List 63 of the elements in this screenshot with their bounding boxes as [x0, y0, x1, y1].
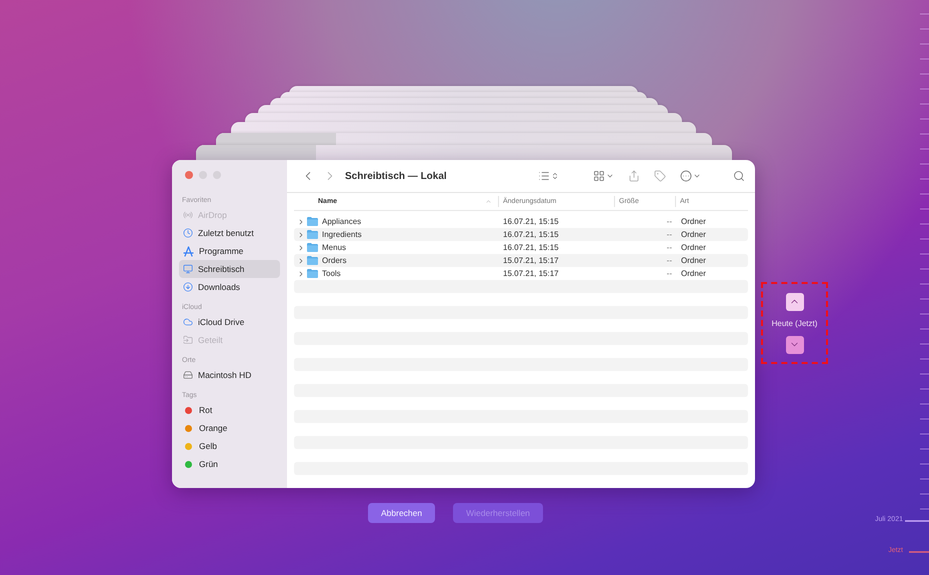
folder-icon [307, 269, 318, 278]
cloud-icon [183, 317, 193, 327]
apps-icon [183, 246, 194, 256]
file-name: Menus [322, 243, 346, 252]
file-name: Tools [322, 269, 341, 278]
date-cell-text: 16.07.21, 15:15 [502, 217, 560, 226]
kind-cell-text: Ordner [680, 217, 707, 226]
shared-folder-icon [183, 335, 193, 345]
earlier-button[interactable] [786, 292, 804, 310]
size-cell-text: -- [666, 269, 673, 278]
folder-icon [307, 217, 318, 226]
more-icon[interactable] [680, 170, 692, 182]
file-name: Orders [322, 256, 346, 265]
kind-cell-text: Ordner [680, 243, 707, 252]
disclosure-icon[interactable] [297, 244, 305, 252]
sidebar-item[interactable]: Programme [179, 242, 280, 260]
sidebar-item[interactable]: Downloads [179, 278, 280, 296]
airdrop-icon [183, 210, 193, 220]
size-cell-text: -- [666, 256, 673, 265]
window-title: Schreibtisch — Lokal [345, 170, 448, 182]
updown-icon [551, 172, 559, 180]
disclosure-icon[interactable] [297, 270, 305, 278]
file-name: Ingredients [322, 230, 362, 239]
disclosure-icon[interactable] [297, 230, 305, 238]
date-cell-text: 16.07.21, 15:15 [502, 243, 560, 252]
caret-icon [693, 172, 701, 180]
action-button[interactable]: Abbrechen [368, 503, 436, 523]
kind-cell-text: Ordner [680, 269, 707, 278]
later-button[interactable] [786, 336, 804, 354]
sidebar-item[interactable]: Schreibtisch [179, 260, 280, 278]
caret-icon [606, 172, 614, 180]
disclosure-icon[interactable] [297, 218, 305, 226]
folder-icon [307, 243, 318, 252]
desktop-icon [183, 264, 193, 274]
size-cell-text: -- [666, 230, 673, 239]
date-cell-text: 15.07.21, 15:17 [502, 256, 560, 265]
kind-cell-text: Ordner [680, 256, 707, 265]
sidebar-item[interactable]: iCloud Drive [179, 313, 280, 331]
tag-icon[interactable] [654, 170, 666, 182]
sidebar-item[interactable]: Grün [179, 455, 280, 473]
sidebar-item[interactable]: Orange [179, 419, 280, 437]
download-icon [183, 282, 193, 292]
sidebar-item[interactable]: Gelb [179, 437, 280, 455]
file-row[interactable]: Orders 15.07.21, 15:17 -- Ordner [294, 254, 748, 267]
date-cell-text: 15.07.21, 15:17 [502, 269, 560, 278]
file-name: Appliances [322, 217, 362, 226]
kind-cell-text: Ordner [680, 230, 707, 239]
disclosure-icon[interactable] [297, 256, 305, 264]
clock-icon [183, 228, 193, 238]
close-button[interactable] [185, 171, 193, 179]
file-row[interactable]: Ingredients 16.07.21, 15:15 -- Ordner [294, 228, 748, 241]
grid-icon[interactable] [593, 170, 605, 182]
folder-icon [307, 256, 318, 265]
sort-icon [485, 198, 492, 205]
folder-icon [307, 230, 318, 239]
size-cell-text: -- [666, 243, 673, 252]
time-label: Heute (Jetzt) [772, 318, 818, 328]
sidebar-item[interactable]: Zuletzt benutzt [179, 224, 280, 242]
size-cell-text: -- [666, 217, 673, 226]
date-cell-text: 16.07.21, 15:15 [502, 230, 560, 239]
sidebar-item[interactable]: Rot [179, 401, 280, 419]
search-icon[interactable] [733, 170, 745, 182]
sidebar-item[interactable]: Macintosh HD [179, 366, 280, 384]
